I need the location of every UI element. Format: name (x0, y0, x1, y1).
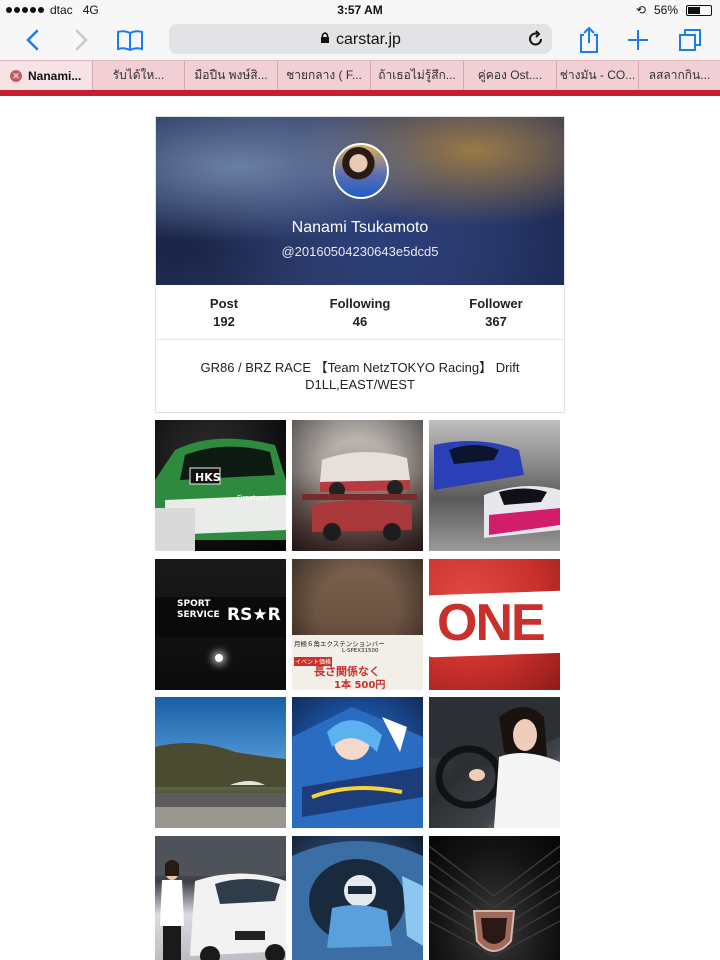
tab-label: ถ้าเธอไม่รู้สึก... (378, 68, 456, 82)
clock: 3:57 AM (337, 3, 383, 17)
hks-logo: HKS (195, 471, 221, 484)
profile-bio: GR86 / BRZ RACE 【Team NetzTOKYO Racing】 … (200, 360, 520, 392)
photo-thumbnail[interactable]: 月極６角エクステンションバー L-SPEX31500 イベント価格 長さ関係なく… (292, 559, 423, 690)
tab-item[interactable]: ช่างมัน - CO... (557, 61, 639, 90)
status-bar: dtac 4G 3:57 AM ⟲ 56% (0, 0, 720, 20)
car-on-trailer-image (302, 451, 417, 541)
tab-label: ช่างมัน - CO... (559, 68, 636, 82)
chevron-right-icon (75, 29, 88, 51)
woman-with-white-car-image (155, 836, 286, 960)
tab-label: มือปืน พงษ์สิ... (194, 68, 268, 82)
tab-item[interactable]: รับได้ให... (93, 61, 185, 90)
bookmarks-button[interactable] (114, 24, 146, 56)
close-tab-icon[interactable]: ✕ (10, 69, 22, 82)
lock-icon (320, 31, 330, 49)
profile-stats: Post 192 Following 46 Follower 367 (156, 285, 564, 340)
woman-in-car-image (429, 697, 560, 828)
profile-handle: @20160504230643e5dcd5 (281, 244, 439, 259)
tab-item[interactable]: ถ้าเธอไม่รู้สึก... (371, 61, 464, 90)
stat-following[interactable]: Following 46 (292, 285, 428, 339)
tab-item[interactable]: ชายกลาง ( F... (278, 61, 371, 90)
photo-thumbnail[interactable] (155, 836, 286, 960)
photo-thumbnail[interactable] (292, 420, 423, 551)
stat-value: 46 (352, 314, 368, 329)
share-icon (580, 26, 598, 53)
tab-item[interactable]: มือปืน พงษ์สิ... (185, 61, 278, 90)
tabs-overview-button[interactable] (674, 24, 706, 56)
poster-text-2: L-SPEX31500 (342, 648, 379, 654)
hks-race-car-image (155, 438, 286, 551)
photo-thumbnail[interactable] (429, 697, 560, 828)
photo-thumbnail[interactable] (292, 836, 423, 960)
tab-strip: ✕ Nanami... รับได้ให... มือปืน พงษ์สิ...… (0, 60, 720, 90)
tab-label: รับได้ให... (112, 68, 165, 82)
tabs-icon (679, 29, 701, 51)
stat-followers[interactable]: Follower 367 (428, 285, 564, 339)
address-bar[interactable]: carstar.jp (169, 24, 552, 54)
photo-thumbnail[interactable] (155, 697, 286, 828)
back-button[interactable] (16, 24, 48, 56)
tab-item[interactable]: ลสลากกิน... (639, 61, 720, 90)
poster-text-5: 1本 500円 (334, 680, 386, 690)
sport-service-text: SPORT SERVICE (177, 599, 220, 620)
book-icon (117, 30, 143, 51)
tab-label: ชายกลาง ( F... (286, 68, 362, 82)
stat-label: Follower (469, 296, 523, 311)
battery-icon (686, 4, 712, 16)
profile-cover: Nanami Tsukamoto @20160504230643e5dcd5 (156, 117, 564, 285)
stat-posts[interactable]: Post 192 (156, 285, 292, 339)
firestone-text: Firestone (237, 494, 269, 502)
car-emblem-image (429, 845, 560, 957)
tab-label: คู่คอง Ost.... (477, 68, 543, 82)
photo-thumbnail[interactable] (429, 420, 560, 551)
chevron-left-icon (26, 29, 39, 51)
rsr-logo: RS★R (227, 605, 281, 625)
url-text: carstar.jp (336, 31, 401, 48)
share-button[interactable] (573, 24, 605, 56)
livery-cars-image (434, 441, 560, 538)
battery-percent: 56% (653, 3, 678, 17)
racetrack-landscape-image (155, 743, 286, 828)
rotation-lock-icon: ⟲ (635, 3, 646, 17)
driver-in-cockpit-image (292, 841, 423, 960)
stat-value: 367 (485, 314, 507, 329)
reload-icon (529, 30, 542, 46)
photo-thumbnail[interactable]: SPORT SERVICE RS★R (155, 559, 286, 690)
stat-value: 192 (213, 314, 235, 329)
photo-thumbnail[interactable]: HKS Firestone (155, 420, 286, 551)
profile-name: Nanami Tsukamoto (291, 219, 429, 236)
tab-nanami[interactable]: ✕ Nanami... (0, 61, 93, 90)
photo-thumbnail[interactable]: ONE (429, 559, 560, 690)
page-load-progress-bar (0, 90, 720, 96)
tab-label: ลสลากกิน... (648, 68, 711, 82)
one-logo: ONE (437, 594, 546, 652)
photo-thumbnail[interactable] (292, 697, 423, 828)
anime-livery-car-image (292, 707, 423, 828)
reload-button[interactable] (528, 30, 544, 53)
poster-text-1: 月極６角エクステンションバー (294, 640, 385, 648)
tab-item[interactable]: คู่คอง Ost.... (464, 61, 557, 90)
avatar[interactable] (333, 143, 389, 199)
forward-button[interactable] (66, 24, 98, 56)
status-right: ⟲ 56% (636, 3, 712, 17)
profile-card: Nanami Tsukamoto @20160504230643e5dcd5 P… (155, 116, 565, 413)
stat-label: Post (209, 296, 239, 311)
tab-label: Nanami... (28, 68, 82, 83)
stat-label: Following (329, 296, 391, 311)
photo-thumbnail[interactable] (429, 836, 560, 960)
plus-icon (628, 30, 648, 50)
new-tab-button[interactable] (622, 24, 654, 56)
browser-toolbar: carstar.jp (0, 20, 720, 60)
